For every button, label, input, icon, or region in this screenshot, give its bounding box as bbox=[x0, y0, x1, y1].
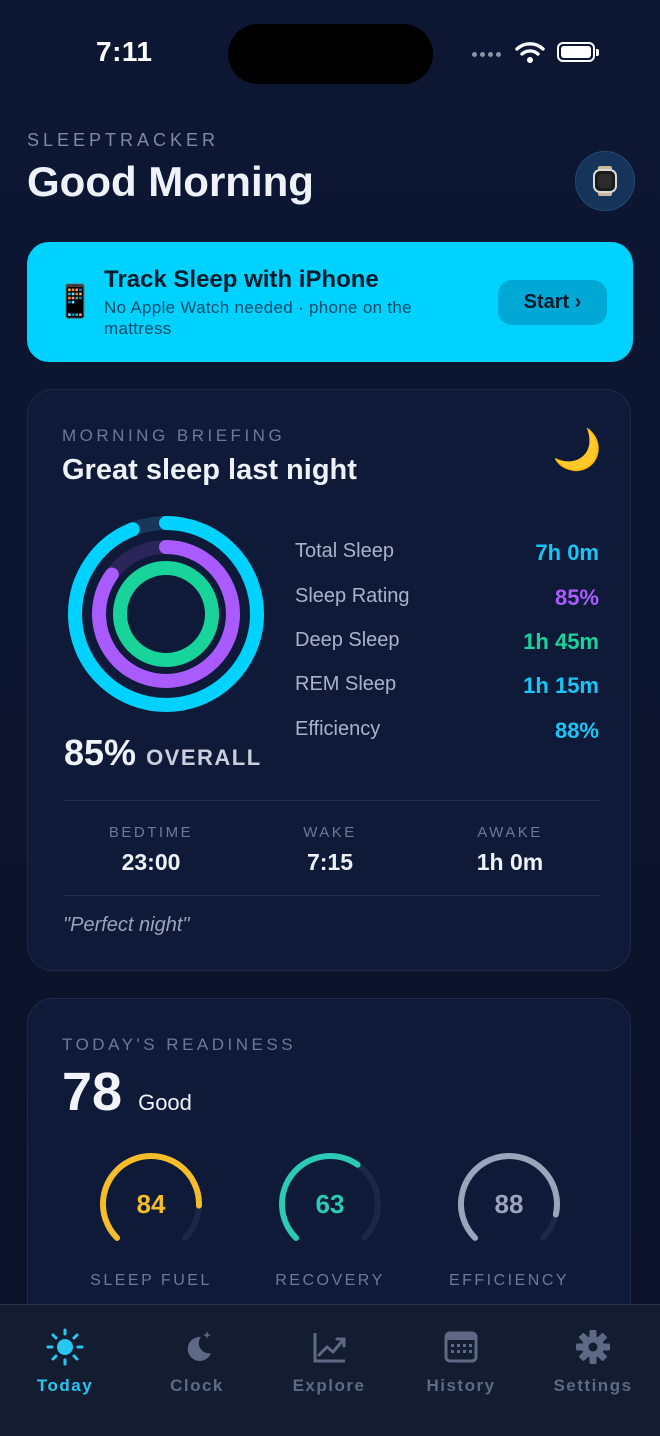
gauge-label: EFFICIENCY bbox=[448, 1272, 570, 1289]
tab-explore[interactable]: Explore bbox=[274, 1327, 384, 1396]
gauge-ring: 88 bbox=[458, 1153, 560, 1241]
stat-value: 7h 0m bbox=[535, 540, 599, 565]
bedtime-value: 23:00 bbox=[121, 849, 181, 875]
chart-trend-icon bbox=[313, 1333, 346, 1363]
overall-percent: 85% bbox=[64, 732, 137, 773]
wake-label: WAKE bbox=[303, 824, 357, 841]
track-iphone-banner[interactable]: 📱 Track Sleep with iPhone No Apple Watch… bbox=[27, 242, 633, 362]
sleep-quote: "Perfect night" bbox=[63, 914, 190, 936]
watch-icon bbox=[593, 166, 617, 196]
watch-button[interactable] bbox=[575, 151, 635, 211]
stat-row: Deep Sleep 1h 45m bbox=[295, 629, 599, 655]
gauge-label: SLEEP FUEL bbox=[90, 1272, 212, 1289]
stat-name: Sleep Rating bbox=[295, 585, 410, 607]
start-button[interactable]: Start › bbox=[498, 280, 607, 325]
status-time: 7:11 bbox=[96, 36, 153, 67]
stat-name: Deep Sleep bbox=[295, 629, 400, 651]
morning-briefing-card[interactable]: MORNING BRIEFING Great sleep last night … bbox=[27, 389, 631, 971]
stat-row: Efficiency 88% bbox=[295, 718, 599, 744]
gauge-ring: 84 bbox=[100, 1153, 202, 1241]
divider bbox=[63, 800, 600, 801]
stat-row: Sleep Rating 85% bbox=[295, 585, 599, 611]
stat-value: 1h 15m bbox=[523, 673, 599, 698]
stat-row: Total Sleep 7h 0m bbox=[295, 540, 599, 566]
tab-label: Settings bbox=[553, 1376, 633, 1395]
sleep-fuel-gauge[interactable]: 84 SLEEP FUEL bbox=[81, 1149, 221, 1290]
cellular-signal-icon bbox=[472, 52, 501, 57]
readiness-label: TODAY'S READINESS bbox=[62, 1035, 297, 1054]
page-title: Good Morning bbox=[27, 158, 314, 205]
battery-icon bbox=[557, 42, 599, 62]
briefing-title: Great sleep last night bbox=[62, 454, 357, 486]
stat-name: Efficiency bbox=[295, 718, 381, 740]
tab-settings[interactable]: Settings bbox=[538, 1327, 648, 1396]
wake-summary: WAKE 7:15 bbox=[250, 824, 410, 876]
tab-clock[interactable]: Clock bbox=[142, 1327, 252, 1396]
tab-label: Explore bbox=[292, 1376, 366, 1395]
tab-history[interactable]: History bbox=[406, 1327, 516, 1396]
awake-summary: AWAKE 1h 0m bbox=[430, 824, 590, 876]
bedtime-summary: BEDTIME 23:00 bbox=[71, 824, 231, 876]
stat-value: 1h 45m bbox=[523, 629, 599, 654]
gear-icon bbox=[576, 1330, 610, 1364]
moon-stars-icon bbox=[187, 1331, 211, 1361]
bedtime-label: BEDTIME bbox=[108, 824, 194, 841]
stat-row: REM Sleep 1h 15m bbox=[295, 673, 599, 699]
tab-label: Today bbox=[36, 1376, 94, 1395]
sun-icon bbox=[46, 1328, 84, 1366]
app-name: SLEEPTRACKER bbox=[27, 130, 220, 150]
overall-label: OVERALL bbox=[146, 745, 262, 770]
stat-name: REM Sleep bbox=[295, 673, 397, 695]
stat-name: Total Sleep bbox=[295, 540, 394, 562]
gauge-value: 88 bbox=[495, 1189, 524, 1219]
phone-icon: 📱 bbox=[55, 283, 95, 319]
overall-score: 85% OVERALL bbox=[64, 732, 262, 774]
stat-value: 85% bbox=[554, 585, 599, 610]
tab-today[interactable]: Today bbox=[10, 1327, 120, 1396]
wake-value: 7:15 bbox=[306, 849, 354, 875]
crescent-moon-icon: 🌙 bbox=[552, 428, 602, 472]
wifi-icon bbox=[515, 40, 545, 69]
calendar-icon bbox=[444, 1331, 478, 1363]
recovery-gauge[interactable]: 63 RECOVERY bbox=[260, 1149, 400, 1290]
awake-label: AWAKE bbox=[477, 824, 543, 841]
gauge-label: RECOVERY bbox=[275, 1272, 385, 1289]
banner-title: Track Sleep with iPhone bbox=[104, 266, 379, 293]
gauge-ring: 63 bbox=[279, 1153, 381, 1241]
awake-value: 1h 0m bbox=[476, 849, 544, 875]
dynamic-island bbox=[228, 24, 433, 84]
banner-subtitle: No Apple Watch needed · phone on the mat… bbox=[104, 298, 412, 338]
readiness-rating: Good bbox=[138, 1090, 192, 1115]
readiness-score-value: 78 bbox=[62, 1062, 123, 1122]
efficiency-gauge[interactable]: 88 EFFICIENCY bbox=[439, 1149, 579, 1290]
divider bbox=[63, 895, 600, 896]
readiness-score: 78 Good bbox=[62, 1061, 192, 1123]
tab-bar: Today Clock Explore History Settings bbox=[0, 1304, 660, 1436]
tab-label: History bbox=[426, 1376, 496, 1395]
sleep-rings bbox=[68, 516, 264, 712]
briefing-label: MORNING BRIEFING bbox=[62, 426, 286, 445]
gauge-value: 63 bbox=[316, 1189, 345, 1219]
tab-label: Clock bbox=[170, 1376, 224, 1395]
gauge-value: 84 bbox=[137, 1189, 166, 1219]
ring-inner bbox=[113, 561, 219, 667]
stat-value: 88% bbox=[554, 718, 599, 743]
